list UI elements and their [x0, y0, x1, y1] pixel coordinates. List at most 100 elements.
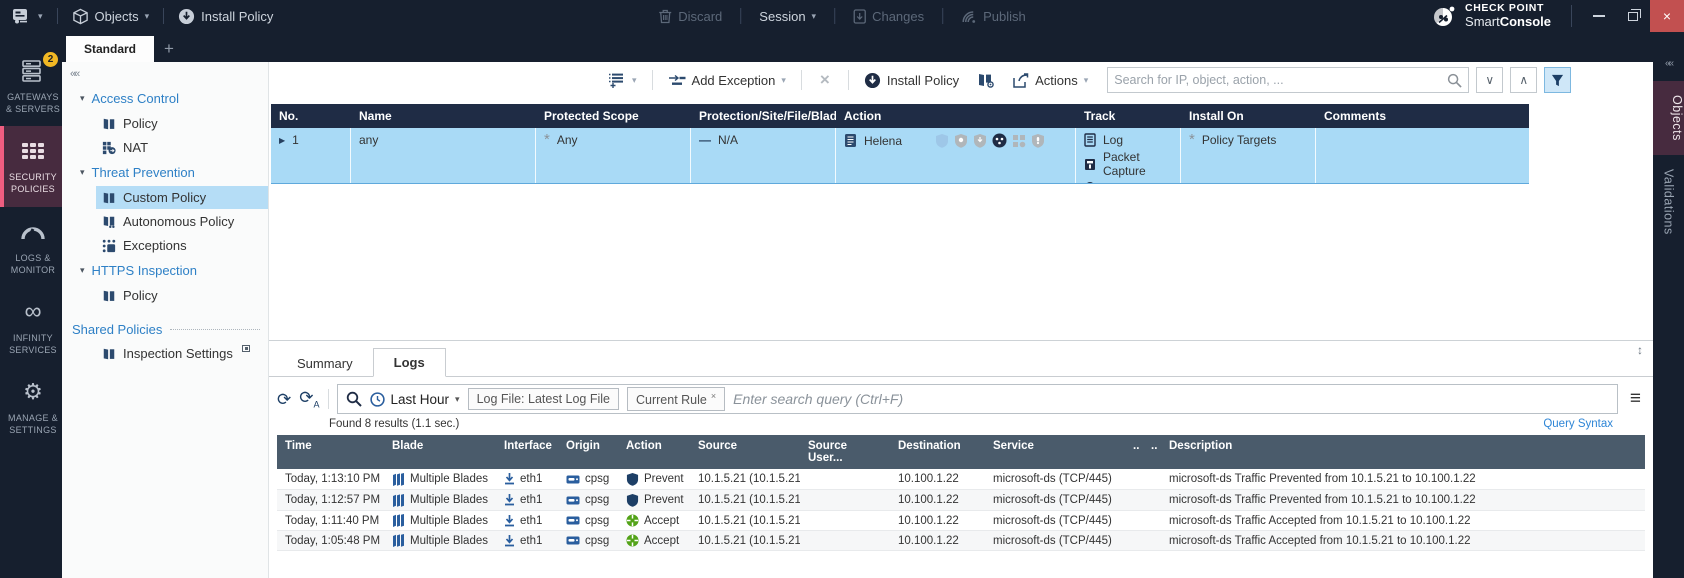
log-interface: eth1	[520, 494, 542, 506]
col-dots-1[interactable]: ..	[1125, 435, 1143, 469]
logs-menu-icon[interactable]: ≡	[1626, 388, 1645, 410]
col-comments[interactable]: Comments	[1316, 104, 1529, 128]
collapse-panel-icon[interactable]: ««	[62, 66, 268, 86]
col-install-on[interactable]: Install On	[1181, 104, 1316, 128]
col-origin[interactable]: Origin	[558, 435, 618, 469]
log-row[interactable]: Today, 1:12:57 PM Multiple Blades eth1	[277, 490, 1645, 511]
expand-row-icon[interactable]: ▶	[279, 136, 285, 145]
delete-button[interactable]: ×	[810, 70, 840, 90]
sidebar-item-manage-settings[interactable]: ⚙ MANAGE & SETTINGS	[0, 367, 62, 447]
tree-section-threat-prevention[interactable]: ▾ Threat Prevention	[62, 160, 268, 185]
tree-section-access-control[interactable]: ▾ Access Control	[62, 86, 268, 111]
logs-query-input[interactable]	[733, 391, 1609, 407]
sidebar-item-security-policies[interactable]: SECURITY POLICIES	[0, 126, 62, 206]
col-description[interactable]: Description	[1161, 435, 1645, 469]
tab-summary[interactable]: Summary	[277, 350, 373, 377]
policy-targets-asterisk-icon: *	[1189, 135, 1195, 145]
rail-tab-objects[interactable]: Objects	[1653, 81, 1684, 155]
sidebar-item-gateways-servers[interactable]: 2 GATEWAYS & SERVERS	[0, 46, 62, 126]
objects-menu-button[interactable]: Objects ▾	[72, 8, 150, 25]
sidebar-item-logs-monitor[interactable]: LOGS & MONITOR	[0, 207, 62, 287]
col-protection[interactable]: Protection/Site/File/Blade	[691, 104, 836, 128]
policy-rule-row[interactable]: ▶ 1 any * Any	[271, 128, 1529, 184]
log-action: Accept	[644, 535, 679, 547]
actions-label: Actions	[1035, 73, 1078, 88]
checkpoint-brand: CHECK POINT SmartConsole	[1431, 3, 1551, 29]
find-previous-button[interactable]: ∧	[1510, 67, 1537, 93]
query-syntax-link[interactable]: Query Syntax	[1543, 418, 1613, 430]
log-row[interactable]: Today, 1:11:40 PM Multiple Blades eth1	[277, 511, 1645, 531]
collapse-rail-icon[interactable]: ««	[1665, 58, 1672, 69]
col-action[interactable]: Action	[836, 104, 1076, 128]
col-track[interactable]: Track	[1076, 104, 1181, 128]
refresh-icon[interactable]: ⟳	[277, 391, 291, 408]
col-action[interactable]: Action	[618, 435, 690, 469]
tree-item-custom-policy[interactable]: Custom Policy	[96, 186, 268, 209]
tree-item-policy[interactable]: Policy	[96, 112, 268, 135]
policy-tabstrip: Standard +	[62, 32, 1653, 62]
find-next-button[interactable]: ∨	[1476, 67, 1503, 93]
current-rule-chip[interactable]: Current Rule×	[627, 387, 725, 411]
col-no[interactable]: No.	[271, 104, 351, 128]
col-blade[interactable]: Blade	[384, 435, 496, 469]
maximize-button[interactable]	[1616, 0, 1650, 32]
policy-book-icon	[102, 117, 116, 131]
log-row[interactable]: Today, 1:05:48 PM Multiple Blades eth1	[277, 531, 1645, 551]
col-source-user[interactable]: Source User...	[800, 435, 890, 469]
col-service[interactable]: Service	[985, 435, 1125, 469]
policy-settings-button[interactable]	[970, 68, 1002, 92]
tree-item-nat[interactable]: NAT	[96, 136, 268, 159]
log-file-chip[interactable]: Log File: Latest Log File	[468, 388, 619, 410]
tree-item-autonomous-policy[interactable]: Autonomous Policy	[96, 210, 268, 233]
auto-refresh-icon[interactable]: ⟳A	[299, 389, 319, 409]
log-service: microsoft-ds (TCP/445)	[993, 515, 1112, 527]
log-origin: cpsg	[585, 494, 609, 506]
log-row[interactable]: Today, 1:13:10 PM Multiple Blades eth1	[277, 469, 1645, 490]
popout-icon	[242, 345, 250, 352]
logs-search-bar: Last Hour ▾ Log File: Latest Log File Cu…	[337, 384, 1618, 414]
search-icon[interactable]	[1447, 73, 1462, 88]
panel-resize-icon[interactable]: ↕	[1637, 343, 1643, 357]
install-policy-button[interactable]: Install Policy	[178, 8, 273, 25]
publish-button[interactable]: Publish	[961, 9, 1026, 24]
main-menu-button[interactable]: ▾	[12, 8, 43, 24]
col-protected-scope[interactable]: Protected Scope	[536, 104, 691, 128]
actions-button[interactable]: Actions ▾	[1006, 69, 1095, 92]
tree-item-https-policy[interactable]: Policy	[96, 284, 268, 307]
add-exception-button[interactable]: Add Exception ▾	[661, 69, 793, 92]
bottom-panel: Summary Logs ↕ ⟳ ⟳A	[269, 340, 1653, 578]
time-filter-dropdown[interactable]: Last Hour ▾	[370, 392, 460, 407]
shared-policies-header[interactable]: Shared Policies	[62, 308, 268, 341]
action-icon	[626, 493, 639, 507]
filter-button[interactable]	[1544, 67, 1571, 93]
col-name[interactable]: Name	[351, 104, 536, 128]
col-interface[interactable]: Interface	[496, 435, 558, 469]
col-destination[interactable]: Destination	[890, 435, 985, 469]
shared-policies-label: Shared Policies	[72, 322, 162, 337]
install-policy-toolbar-button[interactable]: Install Policy	[857, 68, 966, 93]
chevron-down-icon: ▾	[145, 11, 150, 22]
sidebar-item-infinity-services[interactable]: ∞ INFINITY SERVICES	[0, 287, 62, 367]
minimize-button[interactable]	[1582, 0, 1616, 32]
col-source[interactable]: Source	[690, 435, 800, 469]
discard-label: Discard	[678, 9, 722, 24]
remove-chip-icon[interactable]: ×	[711, 391, 716, 401]
policy-search-input[interactable]	[1114, 73, 1447, 87]
tab-logs[interactable]: Logs	[373, 348, 446, 377]
col-time[interactable]: Time	[277, 435, 384, 469]
close-button[interactable]: ×	[1650, 0, 1684, 32]
tab-standard[interactable]: Standard	[66, 36, 154, 62]
tree-item-inspection-settings[interactable]: Inspection Settings	[96, 342, 268, 365]
add-rule-button[interactable]: ▾	[601, 69, 644, 92]
new-tab-button[interactable]: +	[154, 39, 184, 62]
install-policy-icon	[178, 8, 195, 25]
discard-button[interactable]: Discard	[658, 9, 722, 24]
changes-button[interactable]: Changes	[853, 9, 924, 24]
tree-section-https-inspection[interactable]: ▾ HTTPS Inspection	[62, 258, 268, 283]
tree-item-exceptions[interactable]: Exceptions	[96, 234, 268, 257]
action-icon	[626, 534, 639, 547]
log-blade: Multiple Blades	[410, 535, 488, 547]
rail-tab-validations[interactable]: Validations	[1662, 155, 1676, 249]
col-dots-2[interactable]: ..	[1143, 435, 1161, 469]
session-dropdown[interactable]: Session ▾	[759, 9, 816, 24]
